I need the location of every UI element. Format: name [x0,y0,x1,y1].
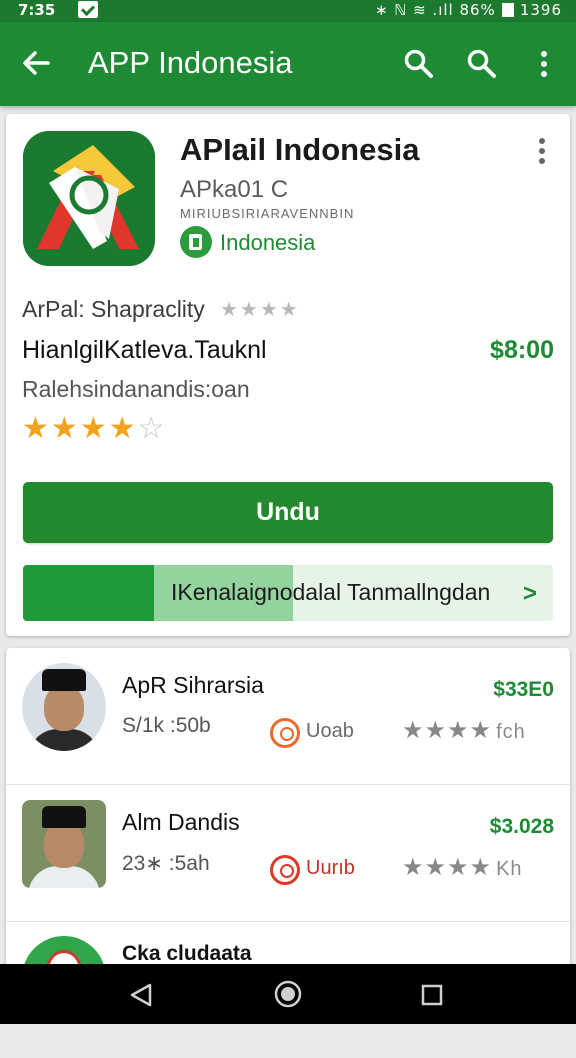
status-bar: 7:35 ∗ ℕ ≋ .ıll 86% 1396 [0,0,576,22]
more-vert-icon[interactable] [532,136,552,166]
list-item-stars-suffix: fch [496,721,526,743]
app-info: Ralehsindanandis:oan [22,376,250,402]
list-item-stars: ★★★★ fch [402,716,526,745]
search-icon[interactable] [466,48,498,80]
search-icon[interactable] [403,48,435,80]
avatar [22,800,106,888]
status-time: 7:35 [18,1,56,19]
list-item-action[interactable]: Uurıb [306,857,355,880]
progress-row[interactable]: IKenalaignodalal Tanmallngdan > [23,565,553,621]
avatar [22,663,106,751]
action-badge-icon [270,718,300,748]
list-item-price: $3.028 [489,815,554,838]
progress-label: IKenalaignodalal Tanmallngdan [171,579,491,605]
app-developer[interactable]: APkа01 C [180,176,288,204]
rating-stars: ★★★★☆ [22,411,167,446]
app-detail-card: APIail Indonesia APkа01 C MIRIUBSIRIARAV… [6,114,570,636]
list-item-stars-value: ★★★★ [402,717,493,744]
app-logo-icon[interactable] [23,131,155,266]
related-apps-list: ApR Sihrarsia S/1k :50b $33E0 Uoab ★★★★ f… [6,648,570,986]
system-nav-bar [0,964,576,1024]
app-secondary-name: HianlgilKatleva.Tauknl [22,336,267,364]
store-badge-icon [180,226,212,258]
more-vert-icon[interactable] [530,50,558,78]
list-item-stars-suffix: Kh [496,858,523,880]
notification-check-icon [78,1,98,18]
status-indicators: ∗ ℕ ≋ .ıll 86% 1396 [375,1,562,19]
star-icon: ☆ [137,412,167,445]
list-item-stars: ★★★★ Kh [402,853,523,882]
list-item-name: Cka cludaata [122,942,252,965]
list-item-meta: S/1k :50b [122,714,211,737]
back-arrow-icon[interactable] [20,47,52,79]
list-item-price: $33E0 [493,678,554,701]
install-button[interactable]: Undu [23,482,553,543]
nav-back-icon[interactable] [128,982,154,1008]
chevron-right-icon: > [522,580,537,607]
star-icon: ★ [22,412,51,445]
nav-home-icon[interactable] [274,980,302,1008]
list-item[interactable]: ApR Sihrarsia S/1k :50b $33E0 Uoab ★★★★ f… [6,648,570,785]
list-item-action[interactable]: Uoab [306,720,354,743]
battery-icon [501,3,514,17]
list-item[interactable]: Alm Dandis 23∗ :5ah $3.028 Uurıb ★★★★ Kh [6,785,570,922]
nav-recents-icon[interactable] [421,984,443,1006]
app-badge-label: Indonesia [220,230,316,255]
page-title: APP Indonesia [88,45,293,80]
rating-small-stars: ★★★★ [220,299,300,321]
list-item-name: ApR Sihrarsia [122,672,264,698]
star-icon: ★ [108,412,138,445]
list-item-stars-value: ★★★★ [402,854,493,881]
app-name: APIail Indonesia [180,132,420,167]
progress-fill [23,565,154,621]
rating-label: ArPal: Shapraclity [22,296,205,322]
star-icon: ★ [79,412,109,445]
star-icon: ★ [50,412,80,445]
app-price: $8:00 [490,336,554,364]
status-indicator-text: ∗ ℕ ≋ .ıll 86% [374,1,496,19]
list-item-name: Alm Dandis [122,809,240,835]
app-subtitle: MIRIUBSIRIARAVENNBIN [180,206,355,221]
list-item-meta: 23∗ :5ah [122,852,210,875]
status-clock: 1396 [519,1,562,19]
action-badge-icon [270,855,300,885]
app-bar: APP Indonesia [0,22,576,106]
